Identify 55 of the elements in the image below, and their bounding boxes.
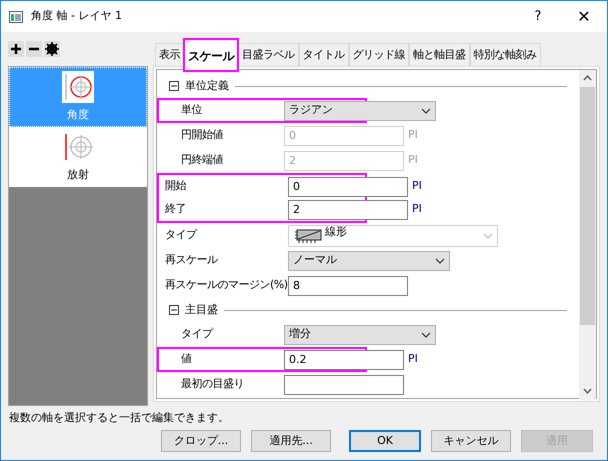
text-field[interactable]: 2 bbox=[288, 200, 408, 220]
text-field[interactable] bbox=[284, 374, 404, 394]
field-label: 単位 bbox=[181, 103, 202, 116]
dropdown-caret-icon bbox=[435, 258, 445, 264]
field-label: 終了 bbox=[165, 202, 186, 216]
help-button[interactable]: ? bbox=[515, 1, 561, 32]
remove-icon[interactable] bbox=[26, 41, 42, 57]
scrollbar[interactable] bbox=[579, 70, 596, 400]
text-field[interactable]: 8 bbox=[288, 276, 408, 296]
dropdown-select[interactable]: 増分 bbox=[284, 324, 436, 344]
settings-icon[interactable] bbox=[44, 41, 60, 57]
field-label: 開始 bbox=[165, 179, 186, 192]
collapse-icon[interactable] bbox=[169, 305, 179, 315]
tab[interactable]: タイトル bbox=[298, 43, 348, 66]
tab[interactable]: スケール bbox=[184, 39, 238, 71]
unit-label: PI bbox=[408, 152, 418, 168]
linear-scale-icon bbox=[293, 228, 323, 244]
angle-axis-icon bbox=[62, 70, 94, 103]
dialog-button[interactable]: クロップ... bbox=[161, 430, 241, 452]
close-button[interactable]: ✕ bbox=[561, 1, 607, 32]
dropdown-select[interactable]: ノーマル bbox=[288, 250, 450, 270]
tab[interactable]: 目盛ラベル bbox=[238, 43, 298, 66]
section-heading: 単位定義 bbox=[185, 78, 229, 94]
field-label: 値 bbox=[181, 352, 192, 366]
dropdown-select[interactable]: ラジアン bbox=[284, 100, 436, 120]
tab[interactable]: 軸と軸目盛 bbox=[409, 43, 470, 66]
section-heading: 主目盛 bbox=[185, 302, 218, 318]
add-icon[interactable] bbox=[8, 41, 24, 57]
dropdown-caret-icon bbox=[421, 108, 431, 114]
field-label: 再スケールのマージン(%) bbox=[165, 278, 288, 292]
dialog-button[interactable]: キャンセル bbox=[431, 430, 511, 452]
field-label: 円開始値 bbox=[181, 128, 223, 142]
field-label: 再スケール bbox=[165, 253, 218, 266]
tab[interactable]: グリッド線 bbox=[348, 43, 409, 66]
collapse-icon[interactable] bbox=[169, 81, 179, 91]
axis-list-item[interactable]: 放射 bbox=[9, 127, 147, 187]
window-title: 角度 軸 - レイヤ 1 bbox=[31, 8, 123, 24]
text-field[interactable]: 0.2 bbox=[284, 350, 404, 370]
unit-label: PI bbox=[412, 178, 422, 194]
app-icon bbox=[9, 10, 23, 22]
unit-label: PI bbox=[408, 351, 418, 368]
status-message: 複数の軸を選択すると一括で編集できます。 bbox=[9, 410, 229, 424]
dropdown-caret-icon bbox=[483, 232, 493, 238]
tab[interactable]: 特別な軸刻み bbox=[470, 43, 540, 66]
dropdown-caret-icon bbox=[421, 332, 431, 338]
unit-label: PI bbox=[408, 127, 418, 144]
field-label: タイプ bbox=[165, 228, 196, 242]
dialog-button[interactable]: 適用先... bbox=[251, 430, 331, 452]
text-field[interactable]: 0 bbox=[288, 176, 408, 196]
dialog-button[interactable]: OK bbox=[349, 430, 421, 452]
field-label: 円終端値 bbox=[181, 153, 223, 166]
tab[interactable]: 表示 bbox=[155, 43, 184, 66]
unit-label: PI bbox=[412, 201, 422, 218]
field-label: タイプ bbox=[181, 327, 212, 340]
field-label: 最初の目盛り bbox=[181, 377, 244, 390]
